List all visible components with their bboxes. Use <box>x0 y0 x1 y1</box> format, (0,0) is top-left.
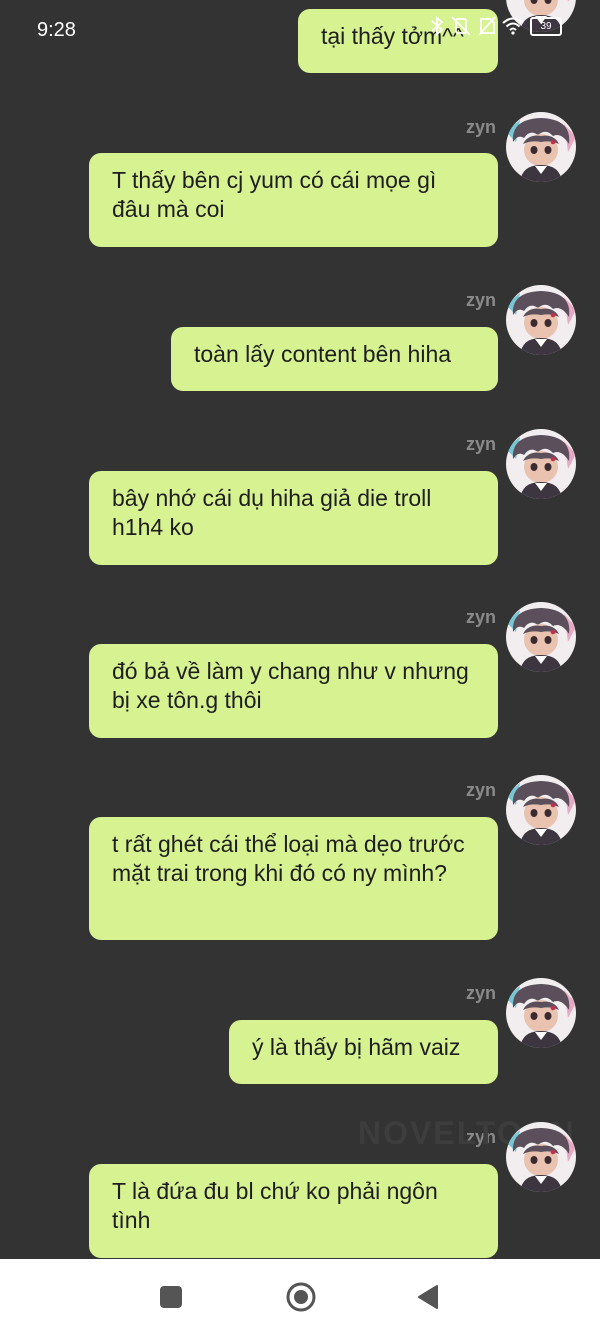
avatar[interactable] <box>506 775 576 845</box>
message-bubble[interactable]: T thấy bên cj yum có cái mọe gì đâu mà c… <box>89 153 498 247</box>
chat-area[interactable]: tại thấy tởm^^ zyn T thấy bên cj yum có … <box>0 0 600 1259</box>
vibrate-off-icon <box>451 16 471 36</box>
message-bubble[interactable]: đó bả về làm y chang như v nhưng bị xe t… <box>89 644 498 738</box>
avatar[interactable] <box>506 285 576 355</box>
sender-name: zyn <box>465 780 496 800</box>
message-bubble[interactable]: bây nhớ cái dụ hiha giả die troll h1h4 k… <box>89 471 498 565</box>
sender-name: zyn <box>465 290 496 310</box>
sender-name: zyn <box>465 117 496 137</box>
message-bubble[interactable]: toàn lấy content bên hiha <box>171 327 498 391</box>
wifi-icon <box>502 17 524 35</box>
battery-icon: 39 <box>530 16 562 36</box>
avatar[interactable] <box>506 1122 576 1192</box>
avatar[interactable] <box>506 429 576 499</box>
avatar[interactable] <box>506 602 576 672</box>
avatar[interactable] <box>506 112 576 182</box>
message-bubble[interactable]: t rất ghét cái thể loại mà dẹo trước mặt… <box>89 817 498 940</box>
avatar[interactable] <box>506 978 576 1048</box>
home-icon[interactable] <box>285 1281 317 1313</box>
status-icons: 39 <box>430 16 562 36</box>
sender-name: zyn <box>465 607 496 627</box>
status-time: 9:28 <box>37 19 76 41</box>
sender-name: zyn <box>465 983 496 1003</box>
message-bubble[interactable]: ý là thấy bị hãm vaiz <box>229 1020 498 1084</box>
recent-apps-icon[interactable] <box>160 1286 182 1308</box>
sender-name: zyn <box>465 434 496 454</box>
no-sim-icon <box>478 16 496 36</box>
message-bubble[interactable]: T là đứa đu bl chứ ko phải ngôn tình <box>89 1164 498 1258</box>
status-bar: 9:28 39 <box>0 0 600 60</box>
back-icon[interactable] <box>416 1284 440 1310</box>
bluetooth-icon <box>431 16 444 36</box>
